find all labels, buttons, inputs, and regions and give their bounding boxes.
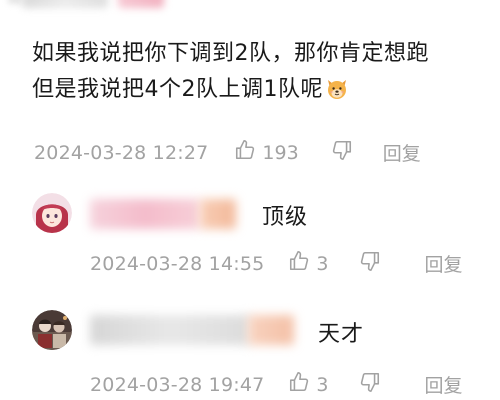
blurred-content <box>118 0 164 8</box>
reply-body: 顶级 <box>262 205 309 230</box>
avatar[interactable] <box>32 193 72 233</box>
blurred-badge <box>248 315 294 345</box>
previous-row-cutoff <box>0 0 500 12</box>
thumbs-up-icon <box>288 371 310 398</box>
timestamp: 2024-03-28 14:55 <box>90 252 265 275</box>
reply-body: 天才 <box>318 322 365 347</box>
dog-face-icon <box>325 77 349 101</box>
blurred-content <box>22 0 108 8</box>
blurred-username <box>90 315 250 345</box>
thumbs-down-icon <box>359 250 381 277</box>
reply-button[interactable]: 回复 <box>425 371 463 398</box>
reply-meta: 2024-03-28 14:55 3 回复 <box>90 250 463 277</box>
thumbs-up-icon <box>234 139 256 166</box>
reply-button[interactable]: 回复 <box>425 250 463 277</box>
like-count: 3 <box>316 252 329 275</box>
like-count: 193 <box>262 141 299 164</box>
comment-line-2: 但是我说把4个2队上调1队呢 <box>32 77 323 102</box>
comment-meta: 2024-03-28 12:27 193 回复 <box>34 139 421 166</box>
like-button[interactable]: 193 <box>234 139 299 166</box>
avatar[interactable] <box>32 310 72 350</box>
like-button[interactable]: 3 <box>288 250 329 277</box>
dislike-button[interactable] <box>359 371 381 398</box>
comment-line-1: 如果我说把你下调到2队，那你肯定想跑 <box>32 41 429 66</box>
timestamp: 2024-03-28 19:47 <box>90 373 265 396</box>
blurred-icon <box>8 0 22 4</box>
comment-body: 如果我说把你下调到2队，那你肯定想跑 但是我说把4个2队上调1队呢 <box>32 36 472 108</box>
reply-button[interactable]: 回复 <box>383 139 421 166</box>
thumbs-up-icon <box>288 250 310 277</box>
comment-thread: 如果我说把你下调到2队，那你肯定想跑 但是我说把4个2队上调1队呢 2024-0… <box>0 0 500 400</box>
blurred-username <box>90 199 200 229</box>
blurred-badge <box>200 199 236 229</box>
reply-meta: 2024-03-28 19:47 3 回复 <box>90 371 463 398</box>
dislike-button[interactable] <box>331 139 353 166</box>
main-comment: 如果我说把你下调到2队，那你肯定想跑 但是我说把4个2队上调1队呢 <box>32 36 472 108</box>
thumbs-down-icon <box>331 139 353 166</box>
timestamp: 2024-03-28 12:27 <box>34 141 209 164</box>
dislike-button[interactable] <box>359 250 381 277</box>
thumbs-down-icon <box>359 371 381 398</box>
like-count: 3 <box>316 373 329 396</box>
like-button[interactable]: 3 <box>288 371 329 398</box>
